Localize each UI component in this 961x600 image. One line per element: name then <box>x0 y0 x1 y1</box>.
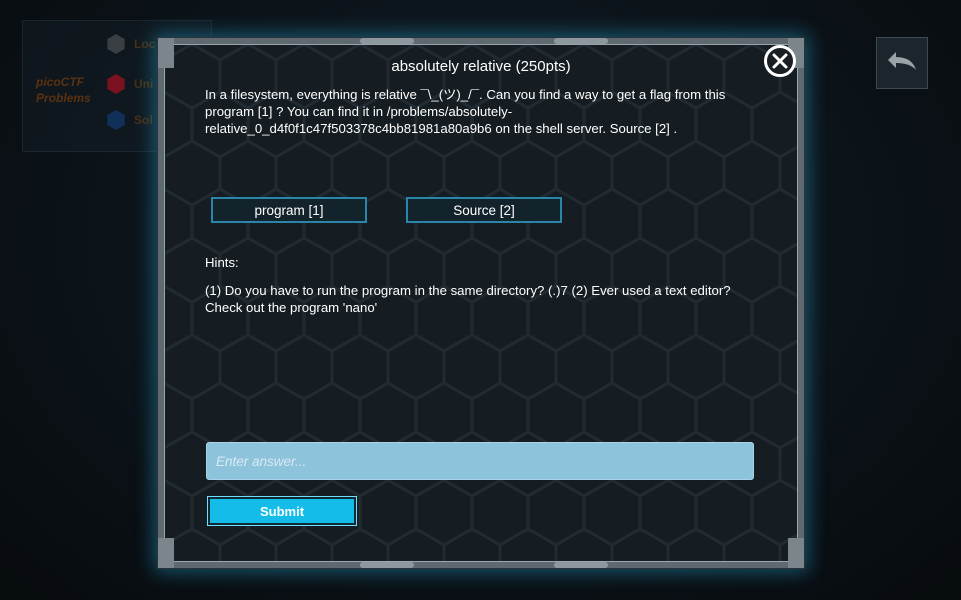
menu-item-label: Uni <box>134 77 154 91</box>
frame-notch <box>360 562 414 568</box>
menu-item-sol[interactable]: Sol <box>106 109 153 131</box>
hints-text: (1) Do you have to run the program in th… <box>205 283 731 315</box>
problems-panel-title: picoCTF Problems <box>36 75 91 105</box>
back-button[interactable] <box>876 37 928 89</box>
submit-button[interactable]: Submit <box>207 496 357 526</box>
menu-item-label: Loc <box>134 37 156 51</box>
hexagon-icon <box>107 74 125 94</box>
menu-item-label: Sol <box>134 113 153 127</box>
problem-description: In a filesystem, everything is relative … <box>205 87 726 136</box>
answer-input[interactable] <box>206 442 754 480</box>
menu-item-loc[interactable]: Loc <box>106 33 155 55</box>
back-arrow-icon <box>888 52 916 70</box>
frame-notch <box>554 38 608 44</box>
frame-notch <box>360 38 414 44</box>
hexagon-icon <box>107 110 125 130</box>
frame-notch <box>554 562 608 568</box>
source-link-button[interactable]: Source [2] <box>406 197 562 223</box>
frame-corner <box>788 538 804 568</box>
hints-label: Hints: <box>205 255 239 270</box>
problem-dialog: absolutely relative (250pts) In a filesy… <box>157 37 805 569</box>
close-button[interactable] <box>764 45 796 77</box>
frame-corner <box>158 538 174 568</box>
dialog-title: absolutely relative (250pts) <box>391 58 571 75</box>
menu-item-uni[interactable]: Uni <box>106 73 153 95</box>
close-icon <box>772 53 788 69</box>
program-link-button[interactable]: program [1] <box>211 197 367 223</box>
hexagon-icon <box>107 34 125 54</box>
